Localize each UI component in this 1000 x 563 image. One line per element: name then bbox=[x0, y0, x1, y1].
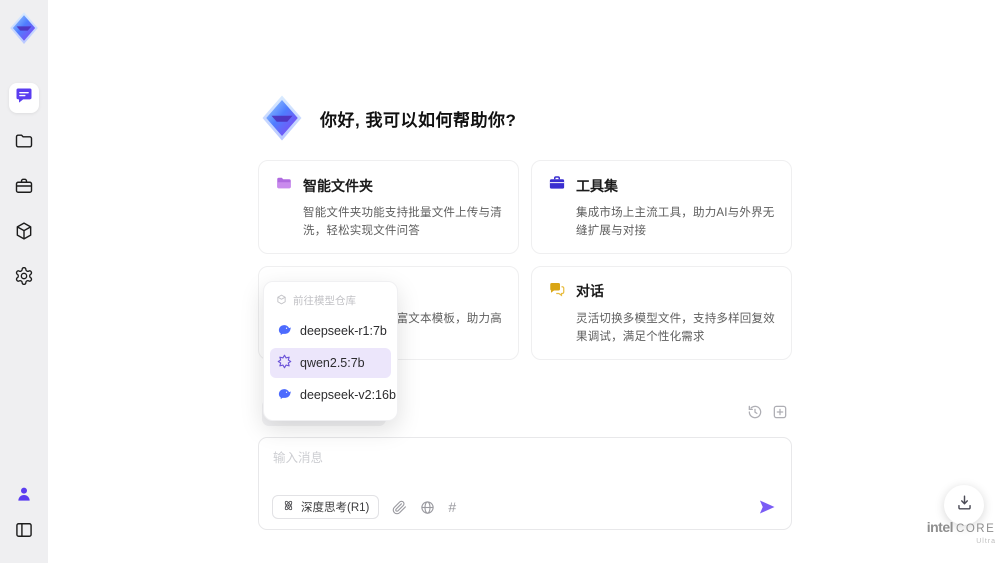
briefcase-icon bbox=[14, 176, 34, 201]
intel-core-logo: intel CORE Ultra bbox=[926, 520, 996, 545]
sidebar-nav bbox=[9, 83, 39, 308]
card-toolset[interactable]: 工具集 集成市场上主流工具，助力AI与外界无缝扩展与对接 bbox=[531, 160, 792, 254]
atom-icon bbox=[282, 499, 295, 515]
core-wordmark: CORE bbox=[956, 523, 996, 535]
sidebar-item-models[interactable] bbox=[9, 218, 39, 248]
user-icon bbox=[14, 484, 34, 509]
sidebar-bottom bbox=[9, 481, 39, 553]
gear-icon bbox=[14, 266, 34, 291]
chat-input-box: 深度思考(R1) # bbox=[258, 437, 792, 530]
intel-tier-label: Ultra bbox=[976, 537, 996, 545]
model-option-label: qwen2.5:7b bbox=[300, 356, 365, 370]
qwen-icon bbox=[277, 354, 292, 372]
greeting-title: 你好, 我可以如何帮助你? bbox=[320, 110, 517, 130]
deepseek-whale-icon bbox=[277, 322, 292, 340]
deep-think-toggle[interactable]: 深度思考(R1) bbox=[272, 495, 380, 519]
model-option-deepseek-v2[interactable]: deepseek-v2:16b bbox=[270, 380, 396, 410]
download-icon bbox=[955, 493, 974, 517]
card-conversation[interactable]: 对话 灵活切换多模型文件，支持多样回复效果调试，满足个性化需求 bbox=[531, 265, 792, 360]
prompt-tag-icon[interactable]: # bbox=[448, 500, 456, 514]
sidebar-item-settings[interactable] bbox=[9, 263, 39, 293]
card-title: 工具集 bbox=[576, 177, 618, 194]
card-desc: 灵活切换多模型文件，支持多样回复效果调试，满足个性化需求 bbox=[576, 312, 775, 344]
sidebar-item-toolbox[interactable] bbox=[9, 173, 39, 203]
sidebar bbox=[0, 0, 48, 563]
send-button[interactable] bbox=[757, 497, 777, 517]
chat-bubbles-icon bbox=[548, 280, 566, 303]
new-chat-icon[interactable] bbox=[772, 404, 788, 420]
model-option-qwen[interactable]: qwen2.5:7b bbox=[270, 348, 391, 378]
app-window: 你好, 我可以如何帮助你? 智能文件夹 智能文件夹功能支持批量文件上传与清洗，轻… bbox=[0, 0, 1000, 563]
repo-box-icon bbox=[276, 294, 287, 308]
model-dropdown: 前往模型仓库 deepseek-r1:7b qwen2.5:7b deepsee… bbox=[263, 281, 398, 421]
sidebar-item-account[interactable] bbox=[9, 481, 39, 511]
greeting-logo-icon bbox=[258, 94, 306, 142]
card-smart-folder[interactable]: 智能文件夹 智能文件夹功能支持批量文件上传与清洗，轻松实现文件问答 bbox=[258, 160, 519, 254]
history-icon[interactable] bbox=[747, 404, 763, 420]
model-option-label: deepseek-r1:7b bbox=[300, 324, 387, 338]
sidebar-item-chat[interactable] bbox=[9, 83, 39, 113]
card-title: 对话 bbox=[576, 283, 604, 300]
sidebar-item-collapse[interactable] bbox=[9, 517, 39, 547]
app-logo-icon bbox=[7, 11, 41, 45]
greeting: 你好, 我可以如何帮助你? bbox=[258, 94, 516, 142]
attachment-icon[interactable] bbox=[392, 500, 407, 515]
sidebar-item-folders[interactable] bbox=[9, 128, 39, 158]
panel-toggle-icon bbox=[14, 520, 34, 545]
intel-wordmark: intel bbox=[926, 519, 954, 535]
cube-icon bbox=[14, 221, 34, 246]
model-option-deepseek-r1[interactable]: deepseek-r1:7b bbox=[270, 316, 391, 346]
model-repo-link[interactable]: 前往模型仓库 bbox=[264, 288, 397, 314]
deep-think-label: 深度思考(R1) bbox=[301, 502, 370, 514]
message-input[interactable] bbox=[273, 447, 773, 489]
card-desc: 智能文件夹功能支持批量文件上传与清洗，轻松实现文件问答 bbox=[303, 207, 502, 238]
deepseek-whale-icon bbox=[277, 386, 292, 404]
card-title: 智能文件夹 bbox=[303, 177, 373, 194]
card-desc: 集成市场上主流工具，助力AI与外界无缝扩展与对接 bbox=[576, 207, 775, 238]
model-repo-label: 前往模型仓库 bbox=[293, 295, 356, 307]
web-search-icon[interactable] bbox=[420, 500, 435, 515]
smart-folder-icon bbox=[275, 174, 293, 197]
model-option-label: deepseek-v2:16b bbox=[300, 388, 396, 402]
input-toolbar: 深度思考(R1) # bbox=[272, 495, 777, 519]
toolset-icon bbox=[548, 174, 566, 197]
folder-icon bbox=[14, 131, 34, 156]
chat-icon bbox=[14, 86, 34, 111]
